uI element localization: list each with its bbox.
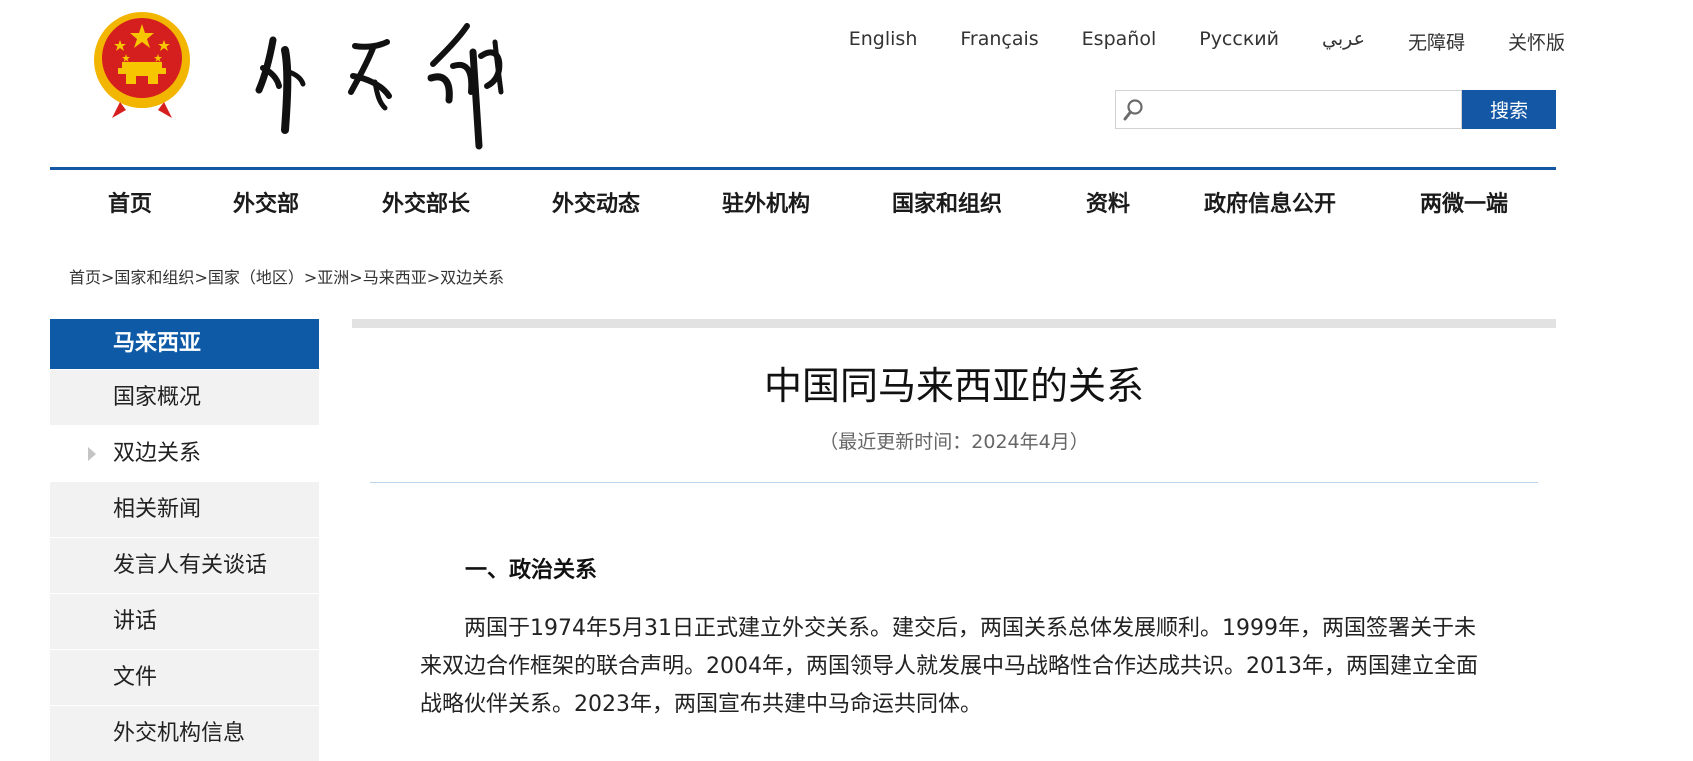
sidebar-item-speeches[interactable]: 讲话 <box>50 594 319 649</box>
nav-government-info[interactable]: 政府信息公开 <box>1204 186 1336 218</box>
content-top-bar <box>352 319 1556 328</box>
elderly-care-mode-link[interactable]: 关怀版 <box>1508 28 1565 55</box>
breadcrumb-separator: > <box>101 268 115 287</box>
breadcrumb-separator: > <box>303 268 318 287</box>
breadcrumb-countries-regions[interactable]: 国家（地区） <box>208 268 304 287</box>
search-button[interactable]: 搜索 <box>1462 90 1556 129</box>
sidebar-item-documents[interactable]: 文件 <box>50 650 319 705</box>
national-emblem-logo[interactable] <box>90 10 194 122</box>
lang-spanish-link[interactable]: Español <box>1082 28 1157 55</box>
lang-english-link[interactable]: English <box>849 28 918 55</box>
sidebar-item-related-news[interactable]: 相关新闻 <box>50 482 319 537</box>
nav-home[interactable]: 首页 <box>108 186 152 218</box>
title-divider <box>370 482 1538 483</box>
breadcrumb-separator: > <box>349 268 363 287</box>
sidebar-title: 马来西亚 <box>50 319 319 369</box>
nav-countries-orgs[interactable]: 国家和组织 <box>892 186 1002 218</box>
sidebar-item-spokesperson-remarks[interactable]: 发言人有关谈话 <box>50 538 319 593</box>
breadcrumb: 首页>国家和组织>国家（地区）>亚洲>马来西亚>双边关系 <box>69 264 504 288</box>
sidebar-item-diplomatic-missions[interactable]: 外交机构信息 <box>50 706 319 761</box>
sidebar-item-label: 外交机构信息 <box>113 721 246 746</box>
article-title: 中国同马来西亚的关系 <box>763 364 1144 408</box>
breadcrumb-home[interactable]: 首页 <box>69 268 101 287</box>
nav-resources[interactable]: 资料 <box>1086 186 1130 218</box>
search-bar: 搜索 <box>1115 90 1556 129</box>
lang-arabic-link[interactable]: عربي <box>1322 28 1365 55</box>
triangle-right-icon <box>88 447 96 461</box>
sidebar-item-label: 双边关系 <box>113 441 202 466</box>
article-update-time: （最近更新时间：2024年4月） <box>819 431 1089 453</box>
main-nav: 首页 外交部 外交部长 外交动态 驻外机构 国家和组织 资料 政府信息公开 两微… <box>50 170 1556 232</box>
search-input[interactable] <box>1146 91 1460 128</box>
sidebar-item-country-overview[interactable]: 国家概况 <box>50 370 319 425</box>
section-heading: 一、政治关系 <box>465 558 598 583</box>
sidebar-item-label: 国家概况 <box>113 385 202 410</box>
sidebar: 马来西亚 国家概况 双边关系 相关新闻 发言人有关谈话 讲话 文件 外交机构信息 <box>50 319 319 761</box>
sidebar-item-bilateral-relations[interactable]: 双边关系 <box>50 426 319 481</box>
nav-ministry[interactable]: 外交部 <box>233 186 299 218</box>
sidebar-item-label: 发言人有关谈话 <box>113 553 268 578</box>
ministry-calligraphy-logo[interactable] <box>255 12 545 152</box>
nav-diplomatic-news[interactable]: 外交动态 <box>552 186 640 218</box>
sidebar-item-label: 相关新闻 <box>113 497 202 522</box>
lang-russian-link[interactable]: Русский <box>1199 28 1279 55</box>
nav-minister[interactable]: 外交部长 <box>382 186 470 218</box>
nav-social-media[interactable]: 两微一端 <box>1420 186 1508 218</box>
nav-missions-overseas[interactable]: 驻外机构 <box>722 186 810 218</box>
breadcrumb-asia[interactable]: 亚洲 <box>317 268 349 287</box>
sidebar-item-label: 文件 <box>113 665 158 690</box>
sidebar-item-label: 讲话 <box>113 609 158 634</box>
accessibility-link[interactable]: 无障碍 <box>1408 28 1465 55</box>
breadcrumb-separator: > <box>194 268 208 287</box>
article-container: 中国同马来西亚的关系 （最近更新时间：2024年4月） 一、政治关系 两国于19… <box>352 319 1556 746</box>
breadcrumb-separator: > <box>426 268 441 287</box>
search-icon <box>1123 99 1143 121</box>
page: English Français Español Русский عربي 无障… <box>0 0 1693 761</box>
breadcrumb-bilateral-relations[interactable]: 双边关系 <box>440 268 504 287</box>
search-input-box <box>1115 90 1463 129</box>
article-paragraph: 两国于1974年5月31日正式建立外交关系。建交后，两国关系总体发展顺利。199… <box>420 616 1478 717</box>
language-bar: English Français Español Русский عربي 无障… <box>849 28 1565 55</box>
breadcrumb-countries-orgs[interactable]: 国家和组织 <box>114 268 194 287</box>
breadcrumb-malaysia[interactable]: 马来西亚 <box>363 268 427 287</box>
lang-french-link[interactable]: Français <box>960 28 1038 55</box>
